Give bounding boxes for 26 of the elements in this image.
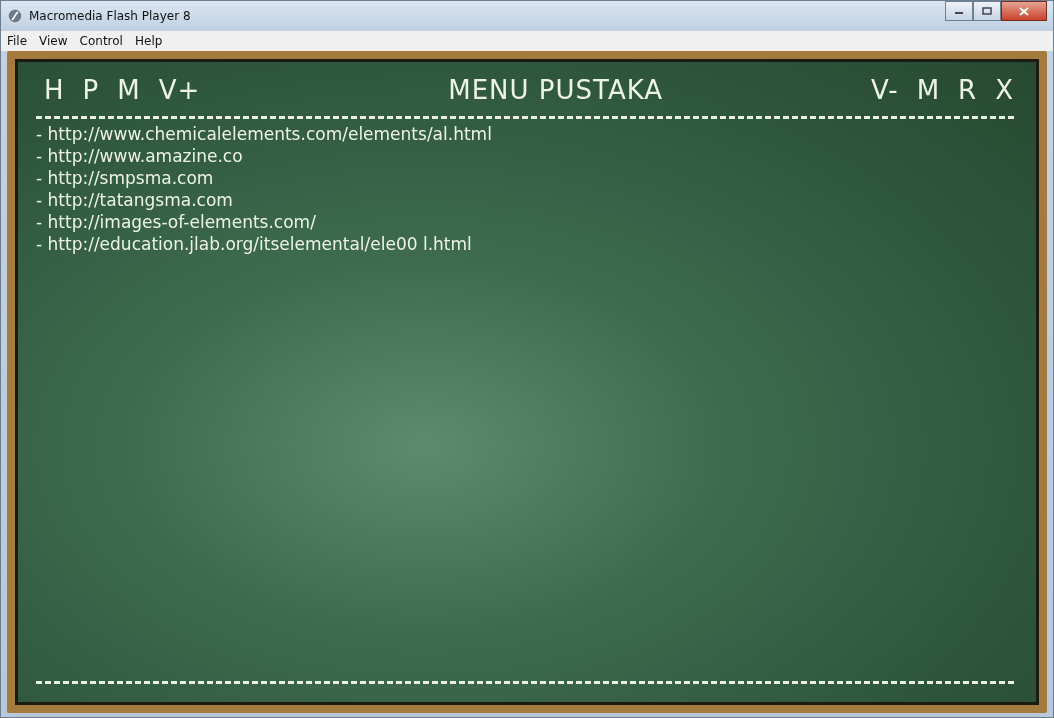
nav-link[interactable]: M: [117, 75, 141, 105]
menu-item[interactable]: View: [39, 34, 68, 48]
close-icon: [1019, 6, 1029, 16]
maximize-button[interactable]: [973, 1, 1001, 21]
nav-link[interactable]: V+: [158, 75, 201, 105]
reference-link[interactable]: - http://www.amazine.co: [36, 145, 243, 167]
reference-link[interactable]: - http://images-of-elements.com/: [36, 211, 316, 233]
flash-icon: [7, 8, 23, 24]
nav-link[interactable]: H: [44, 75, 65, 105]
minimize-button[interactable]: [945, 1, 973, 21]
maximize-icon: [982, 7, 992, 15]
board-title: MENU PUSTAKA: [448, 75, 664, 105]
reference-link[interactable]: - http://www.chemicalelements.com/elements/al.html: [36, 123, 492, 145]
nav-link[interactable]: X: [995, 75, 1014, 105]
window-title: Macromedia Flash Player 8: [29, 9, 191, 23]
reference-link[interactable]: - http://education.jlab.org/itselemental/ele00 l.html: [36, 233, 472, 255]
reference-link[interactable]: - http://tatangsma.com: [36, 189, 233, 211]
nav-link[interactable]: P: [82, 75, 100, 105]
nav-link[interactable]: R: [958, 75, 978, 105]
menu-item[interactable]: File: [7, 34, 28, 48]
nav-link[interactable]: M: [916, 75, 941, 105]
menu-item[interactable]: Help: [134, 34, 163, 48]
close-button[interactable]: [1001, 1, 1047, 21]
reference-link[interactable]: - http://smpsma.com: [36, 167, 214, 189]
nav-link[interactable]: V-: [871, 75, 899, 105]
menu-item[interactable]: Control: [79, 34, 123, 48]
